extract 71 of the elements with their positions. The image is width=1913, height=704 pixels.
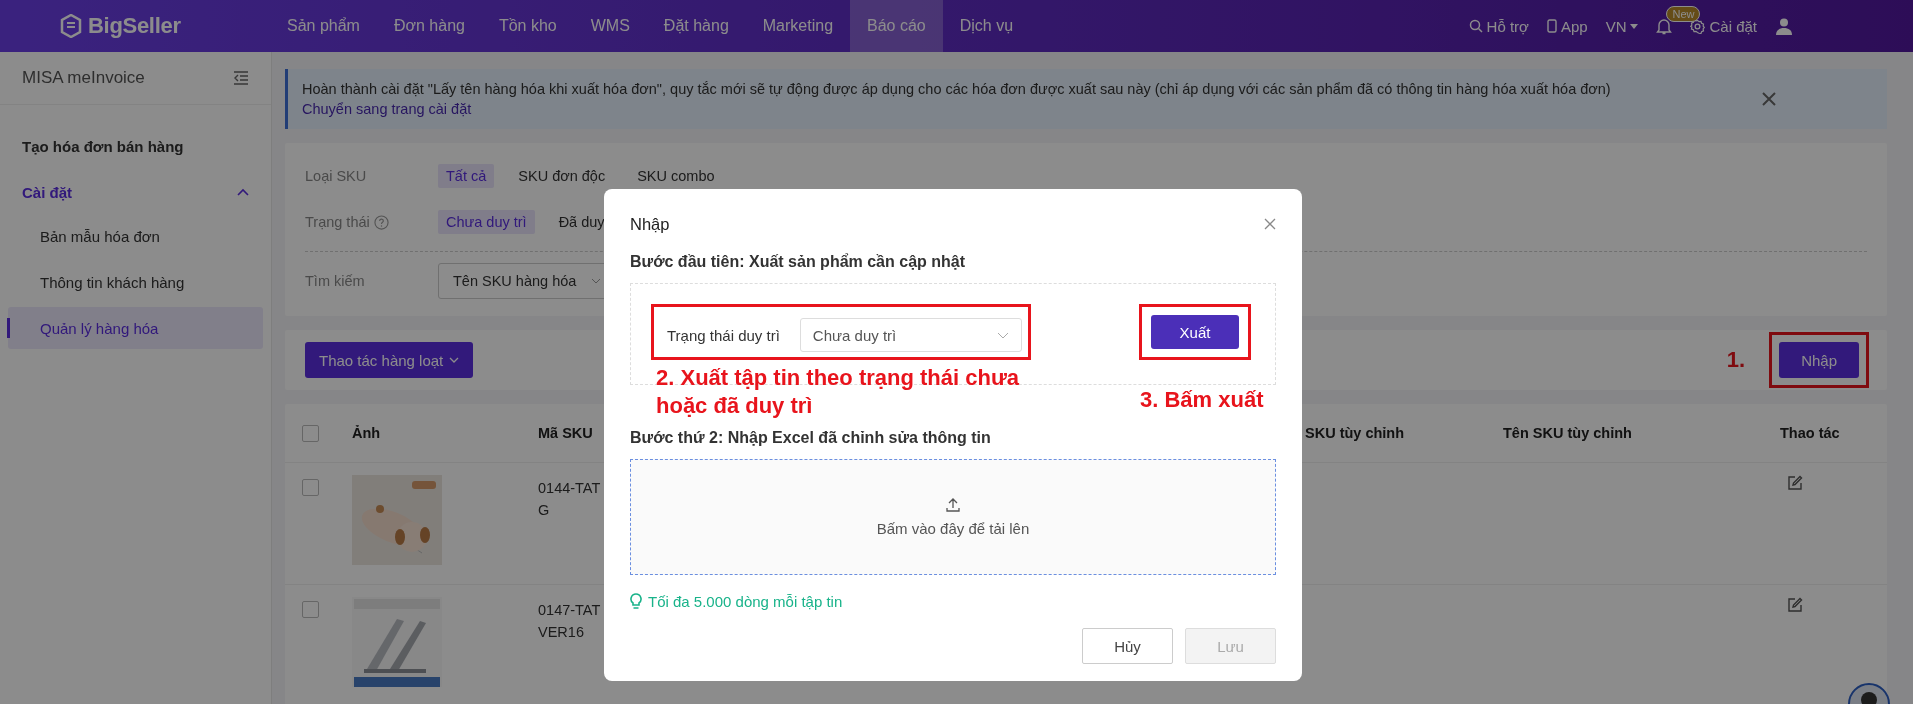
new-badge: New [1666, 5, 1701, 22]
help-icon [373, 214, 389, 230]
filter-label: Trạng thái [305, 214, 370, 230]
step-heading: Bước đầu tiên: Xuất sản phẩm cần cập nhật [630, 253, 967, 271]
logo-text[interactable]: BigSeller [88, 13, 181, 39]
table-cell-text: 0144-TAT G [538, 479, 601, 520]
sidebar-group[interactable]: Cài đặt [22, 183, 72, 201]
upload-area[interactable]: Bấm vào đây để tải lên [630, 459, 1276, 575]
close-icon[interactable] [1762, 92, 1776, 106]
chevron-down-icon [449, 357, 460, 363]
sidebar-title: MISA meInvoice [22, 68, 145, 88]
close-icon[interactable] [1264, 218, 1276, 230]
nav-tab[interactable]: WMS [573, 0, 647, 52]
chevron-down-icon [591, 278, 601, 284]
bulk-actions-button[interactable]: Thao tác hàng loạt [305, 342, 474, 378]
sidebar-item[interactable]: Quản lý hàng hóa [8, 307, 263, 349]
chevron-down-icon [996, 331, 1009, 339]
annotation-text: 1. [1726, 347, 1746, 373]
caret-icon [1630, 23, 1639, 29]
step-heading: Bước thứ 2: Nhập Excel đã chỉnh sửa thông tin [630, 429, 992, 447]
user-icon[interactable] [1775, 17, 1793, 35]
settings-icon [1690, 18, 1706, 34]
checkbox[interactable] [302, 601, 319, 618]
status-select[interactable]: Chưa duy trì [799, 318, 1022, 352]
checkbox[interactable] [302, 424, 319, 442]
alert-message: Hoàn thành cài đặt "Lấy tên hàng hóa khi xuất hóa đơn", quy tắc mới sẽ tự động được áp dụng cho các hóa đơn được xuất sau này (chỉ áp dụng với các sản phẩm đã có thông tin hàng hóa xuất hóa đơn) Chuyển sang trang cài đặt [302, 80, 1612, 119]
upload-icon [946, 497, 960, 512]
annotation-text: 2. Xuất tập tin theo trạng thái chưa hoặc đã duy trì [656, 364, 1021, 420]
bell-icon[interactable] [1656, 17, 1673, 35]
lightbulb-icon [630, 593, 642, 610]
import-button[interactable]: Nhập [1779, 342, 1859, 378]
export-button[interactable]: Xuất [1151, 315, 1239, 349]
table-cell-text: 0147-TAT VER16 [538, 601, 601, 642]
filter-option[interactable]: SKU combo [629, 164, 723, 188]
column-header: SKU tùy chỉnh [1304, 425, 1405, 441]
field-label: Trạng thái duy trì [667, 326, 780, 344]
dialog-title: Nhập [630, 214, 670, 234]
nav-tab[interactable]: Dịch vụ [942, 0, 1031, 52]
filter-option[interactable]: SKU đơn độc [510, 164, 614, 188]
checkbox[interactable] [302, 479, 319, 496]
phone-icon [1546, 19, 1557, 33]
nav-tab[interactable]: Tồn kho [481, 0, 574, 52]
edit-icon[interactable] [1787, 475, 1803, 491]
nav-tab[interactable]: Đơn hàng [376, 0, 482, 52]
chevron-up-icon[interactable] [237, 188, 249, 196]
column-header: Mã SKU [538, 425, 593, 441]
settings-page-link[interactable]: Chuyển sang trang cài đặt [302, 101, 472, 117]
sidebar-item[interactable]: Thông tin khách hàng [8, 261, 263, 303]
help-link[interactable]: Hỗ trợ [1486, 17, 1529, 35]
search-icon [1468, 19, 1483, 33]
app-link[interactable]: App [1560, 17, 1588, 35]
language-selector[interactable]: VN [1605, 17, 1627, 35]
edit-icon[interactable] [1787, 597, 1803, 613]
filter-label: Tìm kiếm [305, 273, 365, 289]
hint-text: Tối đa 5.000 dòng mỗi tập tin [648, 593, 843, 610]
sidebar-item[interactable]: Tạo hóa đơn bán hàng [0, 123, 271, 169]
column-header: Thao tác [1780, 425, 1840, 441]
nav-tab[interactable]: Marketing [745, 0, 851, 52]
logo-icon [60, 14, 82, 38]
column-header: Tên SKU tùy chỉnh [1503, 425, 1632, 441]
nav-tab[interactable]: Sản phẩm [270, 0, 377, 52]
filter-option[interactable]: Chưa duy trì [438, 210, 535, 234]
filter-label: Loại SKU [305, 168, 367, 184]
filter-option[interactable]: Tất cả [438, 164, 495, 188]
annotation-text: 3. Bấm xuất [1140, 386, 1264, 414]
sidebar-item[interactable]: Bản mẫu hóa đơn [8, 215, 263, 257]
settings-link[interactable]: Cài đặt [1709, 17, 1757, 35]
nav-tab[interactable]: Đặt hàng [646, 0, 746, 52]
collapse-icon[interactable] [233, 71, 249, 85]
cancel-button[interactable]: Hủy [1082, 628, 1173, 664]
column-header: Ảnh [352, 425, 381, 441]
